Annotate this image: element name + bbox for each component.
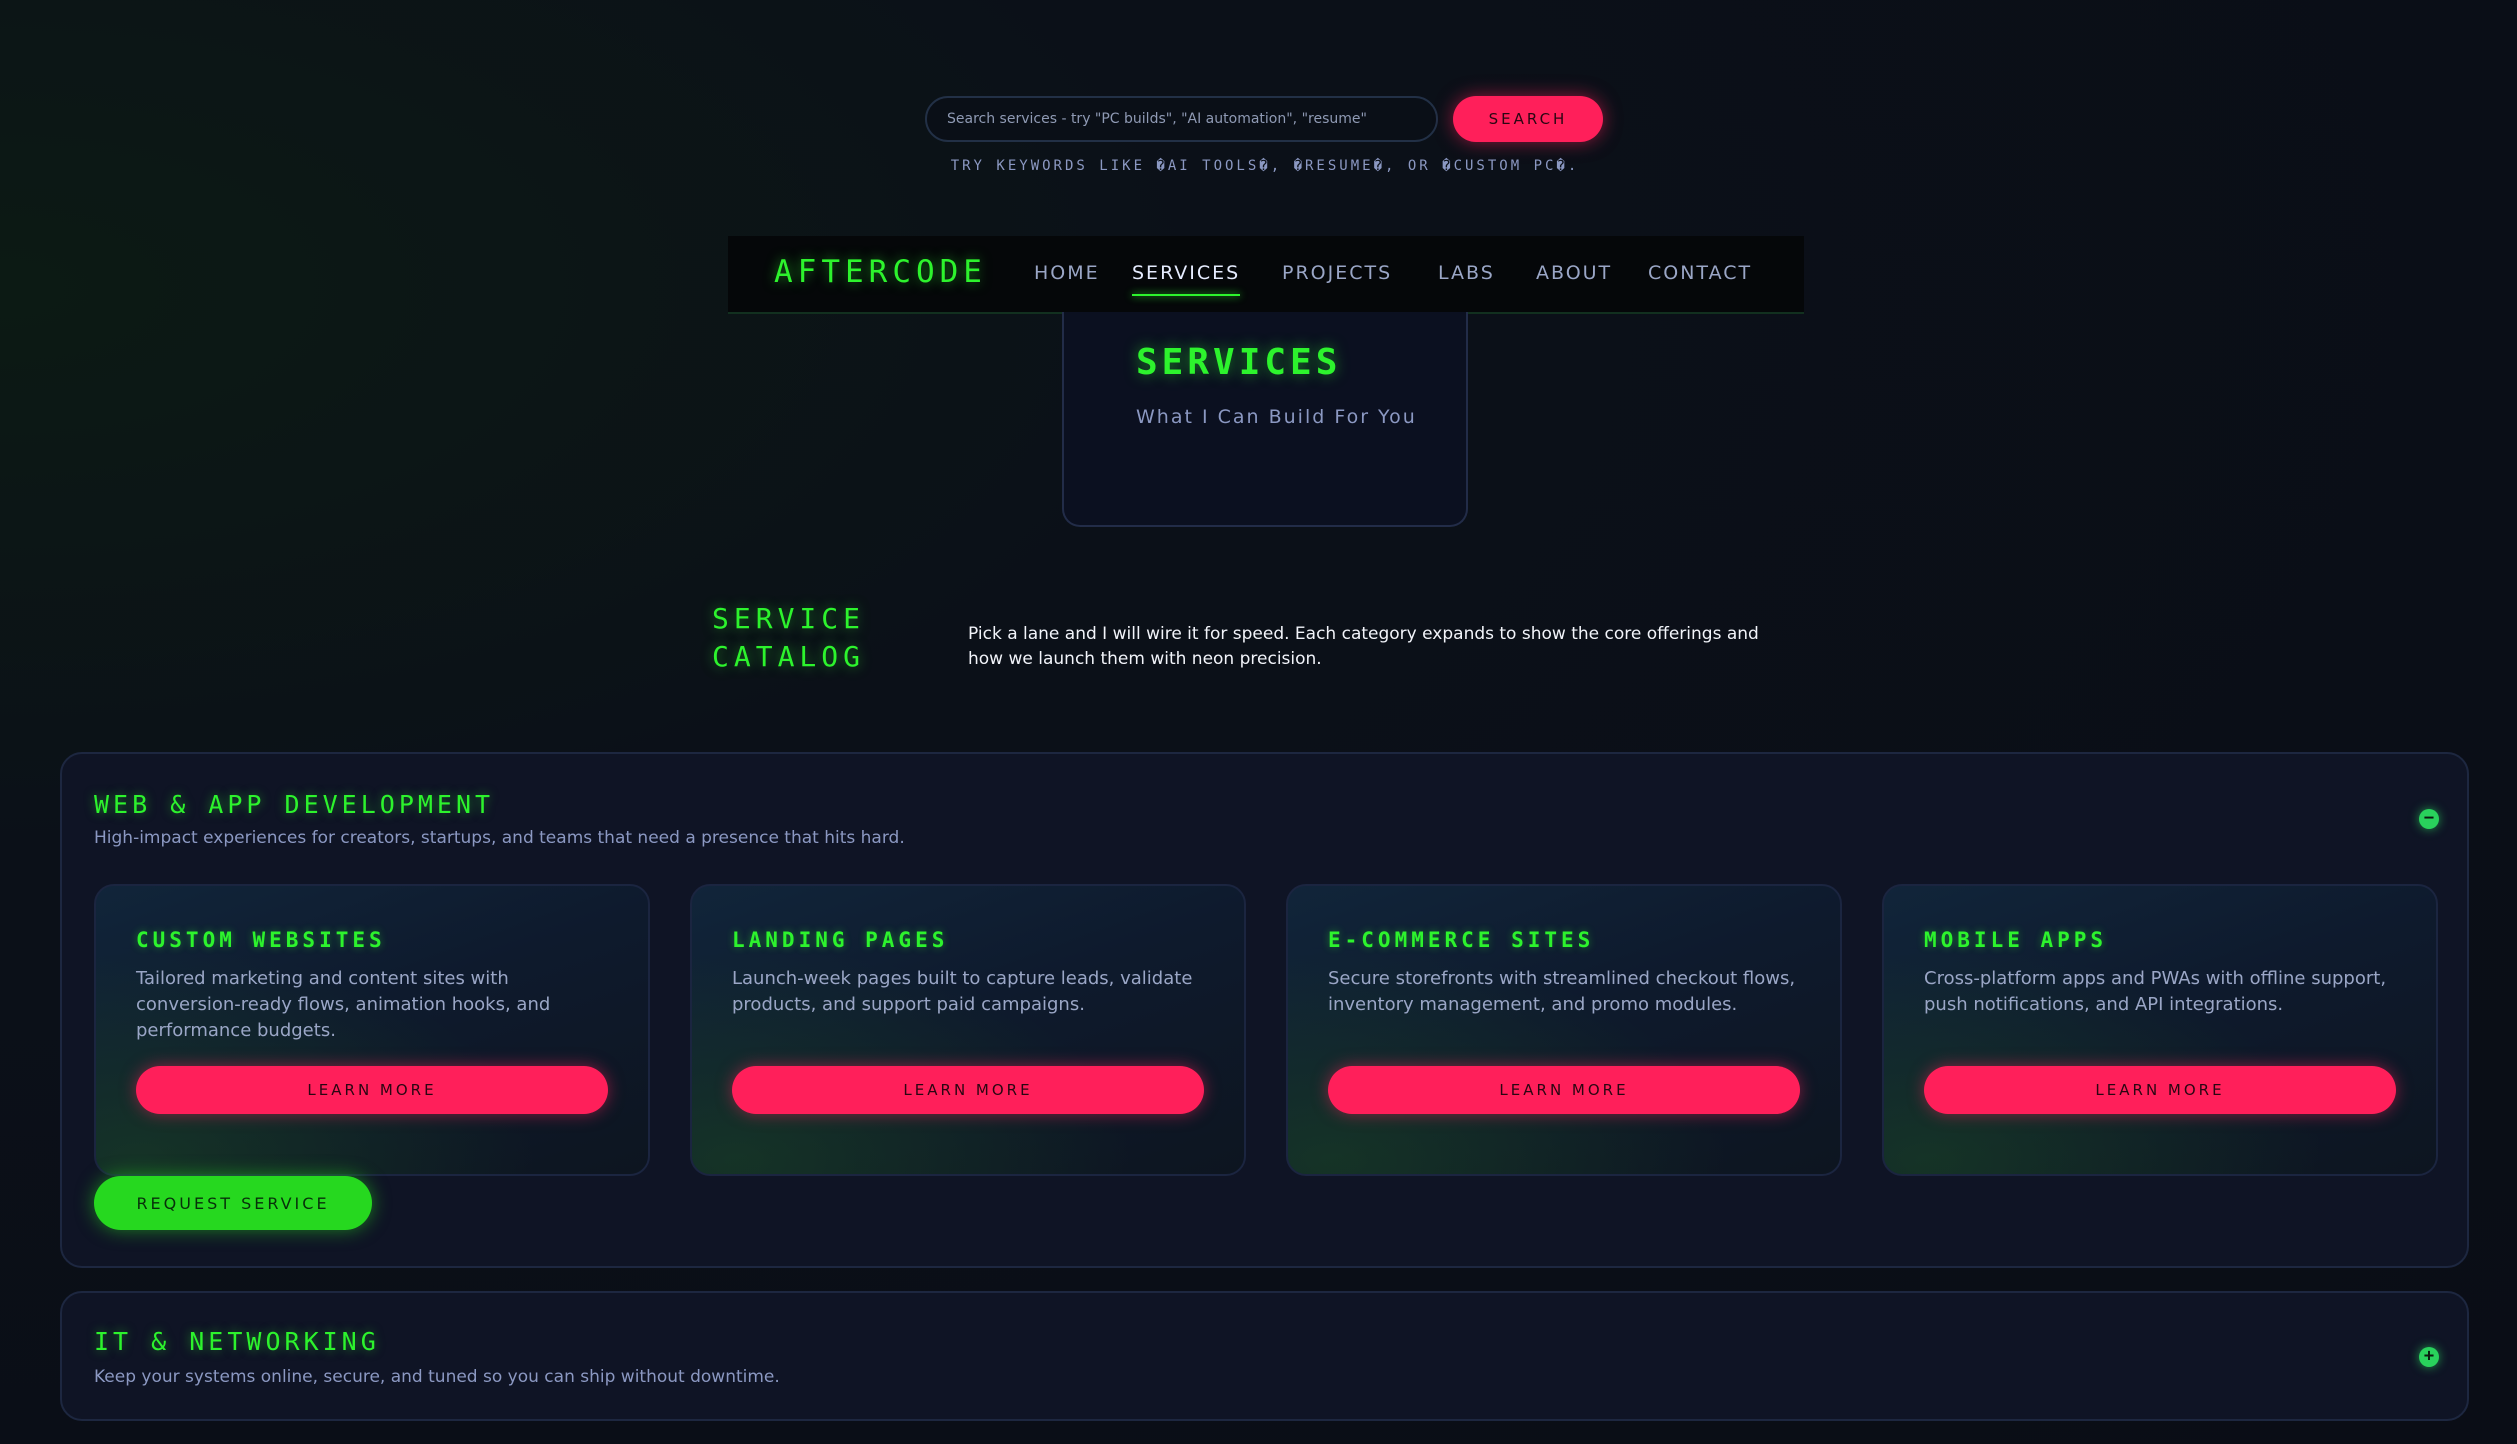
minus-icon[interactable]: − [2419, 809, 2439, 829]
service-card-ecommerce: E-COMMERCE SITES Secure storefronts with… [1286, 884, 1842, 1176]
nav-link-home[interactable]: HOME [1034, 262, 1100, 284]
nav-link-about[interactable]: ABOUT [1536, 262, 1612, 284]
learn-more-button[interactable]: LEARN MORE [136, 1066, 608, 1114]
active-underline [1132, 294, 1241, 296]
category-subtitle: High-impact experiences for creators, st… [94, 828, 905, 848]
learn-more-button[interactable]: LEARN MORE [732, 1066, 1204, 1114]
nav-link-labs[interactable]: LABS [1438, 262, 1495, 284]
hero-card: SERVICES What I Can Build For You [1062, 312, 1468, 527]
catalog-title: SERVICE CATALOG [712, 602, 866, 673]
learn-more-button[interactable]: LEARN MORE [1328, 1066, 1800, 1114]
nav-link-label: SERVICES [1132, 262, 1241, 284]
card-title: MOBILE APPS [1924, 928, 2108, 952]
service-card-custom-websites: CUSTOM WEBSITES Tailored marketing and c… [94, 884, 650, 1176]
request-service-button[interactable]: REQUEST SERVICE [94, 1176, 372, 1230]
service-card-mobile-apps: MOBILE APPS Cross-platform apps and PWAs… [1882, 884, 2438, 1176]
brand-logo[interactable]: AFTERCODE [774, 254, 987, 290]
nav-link-projects[interactable]: PROJECTS [1282, 262, 1392, 284]
catalog-description: Pick a lane and I will wire it for speed… [968, 624, 1759, 669]
category-title[interactable]: IT & NETWORKING [94, 1327, 380, 1356]
search-hint: TRY KEYWORDS LIKE �AI TOOLS�, �RESUME�, … [950, 158, 1580, 174]
category-panel-it-networking: IT & NETWORKING Keep your systems online… [60, 1291, 2469, 1421]
card-title: E-COMMERCE SITES [1328, 928, 1595, 952]
category-subtitle: Keep your systems online, secure, and tu… [94, 1367, 780, 1387]
page-subtitle: What I Can Build For You [1136, 406, 1417, 428]
search-input[interactable] [925, 96, 1438, 142]
card-title: CUSTOM WEBSITES [136, 928, 386, 952]
category-title[interactable]: WEB & APP DEVELOPMENT [94, 790, 494, 819]
card-description: Secure storefronts with streamlined chec… [1328, 968, 1796, 1015]
main-nav: AFTERCODE HOME SERVICES PROJECTS LABS AB… [728, 236, 1804, 314]
nav-link-contact[interactable]: CONTACT [1648, 262, 1752, 284]
category-panel-web-app: WEB & APP DEVELOPMENT High-impact experi… [60, 752, 2469, 1268]
search-button[interactable]: SEARCH [1453, 96, 1603, 142]
card-description: Launch-week pages built to capture leads… [732, 968, 1193, 1015]
learn-more-button[interactable]: LEARN MORE [1924, 1066, 2396, 1114]
card-title: LANDING PAGES [732, 928, 949, 952]
nav-link-services[interactable]: SERVICES [1132, 262, 1241, 296]
card-description: Tailored marketing and content sites wit… [136, 968, 551, 1041]
page-title: SERVICES [1136, 342, 1342, 383]
plus-icon[interactable]: + [2419, 1347, 2439, 1367]
card-description: Cross-platform apps and PWAs with offlin… [1924, 968, 2387, 1015]
service-card-landing-pages: LANDING PAGES Launch-week pages built to… [690, 884, 1246, 1176]
